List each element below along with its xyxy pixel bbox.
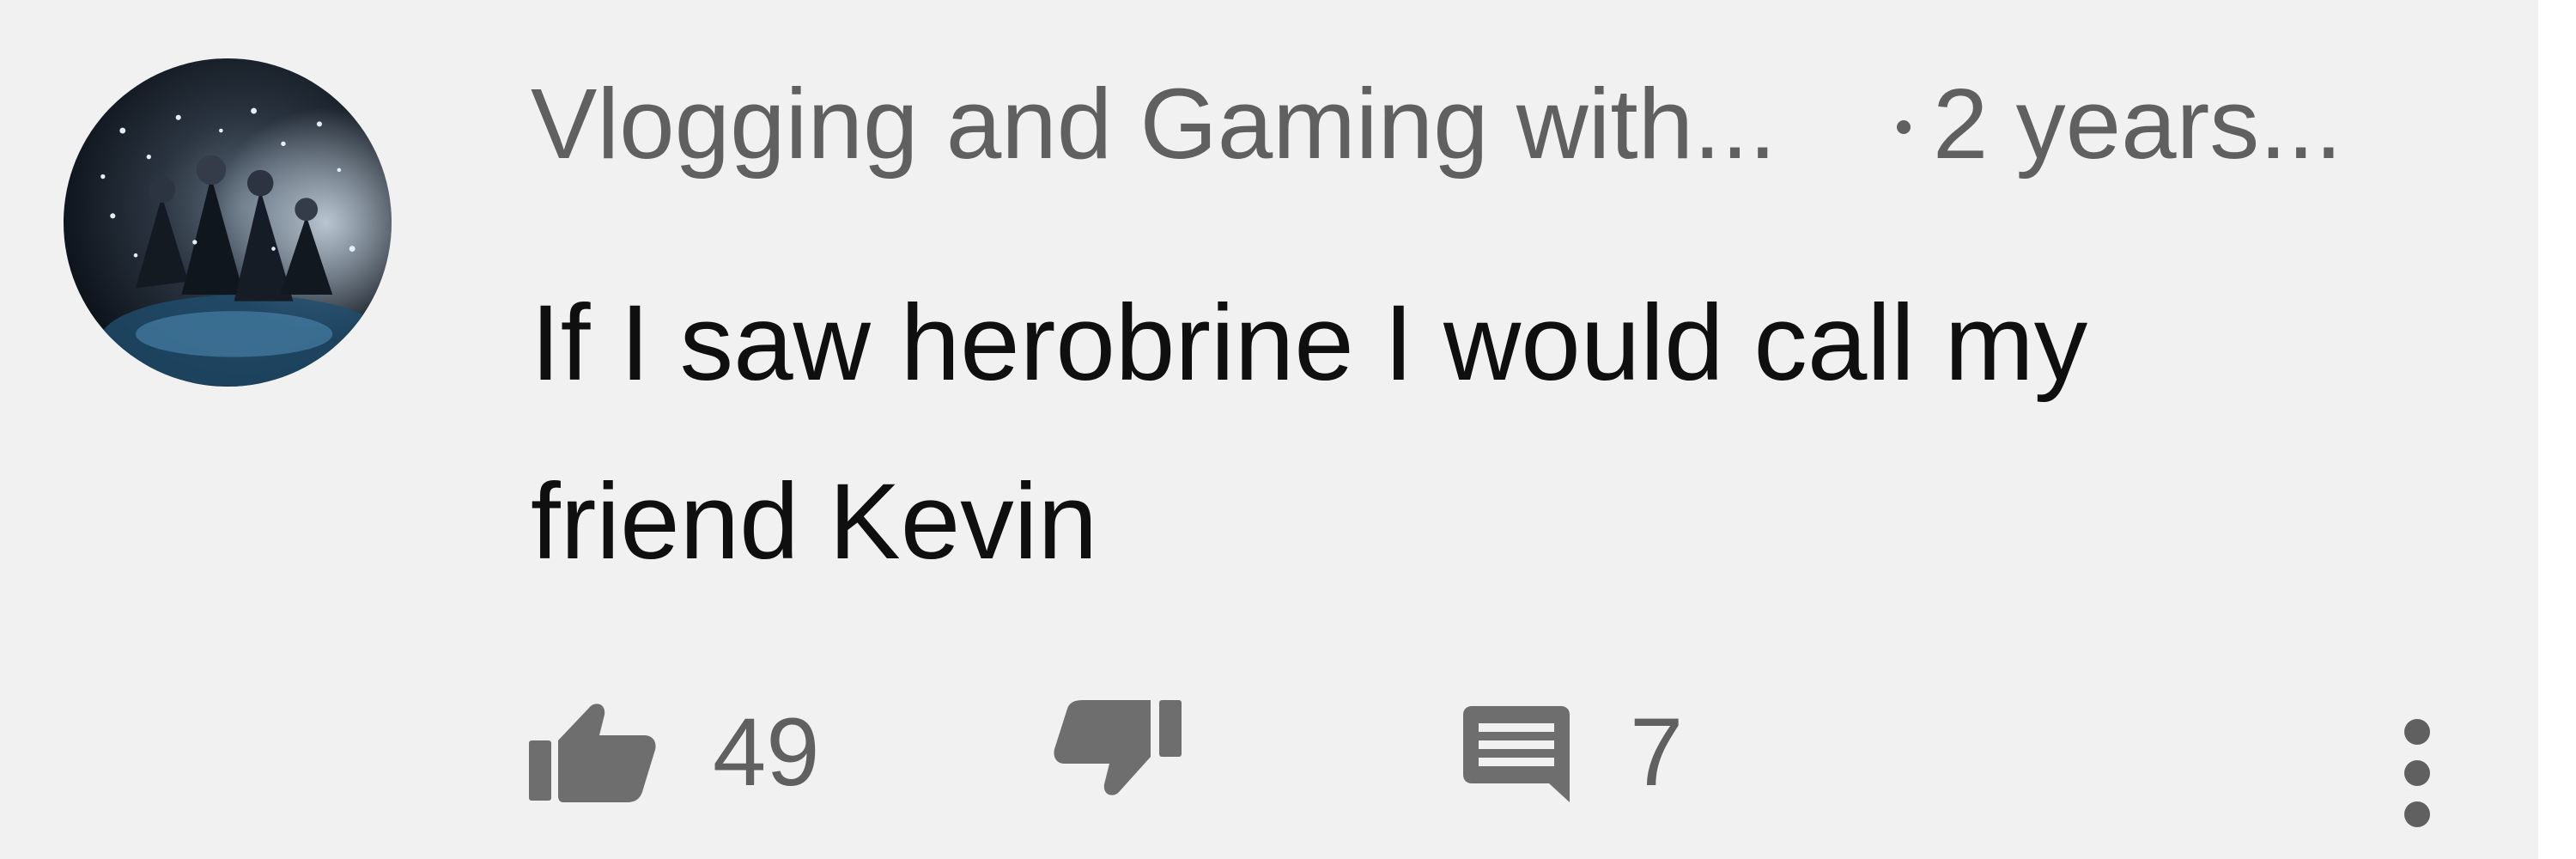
- comment-item: Vlogging and Gaming with... 2 years... I…: [0, 0, 2538, 859]
- panel-edge: [2538, 0, 2576, 859]
- replies-button[interactable]: 7: [1460, 696, 1683, 807]
- dislike-button[interactable]: [1053, 696, 1182, 807]
- thumbs-down-icon: [1054, 700, 1182, 795]
- comment-header: Vlogging and Gaming with... 2 years...: [531, 68, 2342, 180]
- like-count: 49: [713, 698, 820, 806]
- avatar[interactable]: [64, 58, 392, 387]
- comment-text-line: friend Kevin: [531, 462, 1098, 582]
- comment-text: If I saw herobrine I would call my frien…: [531, 254, 2403, 612]
- timestamp[interactable]: 2 years...: [1933, 66, 2342, 181]
- more-vertical-icon: [2404, 719, 2430, 827]
- like-button[interactable]: 49: [529, 696, 820, 807]
- comment-text-line: If I saw herobrine I would call my: [531, 283, 2088, 403]
- separator-dot: [1896, 120, 1911, 134]
- avatar-image: [64, 58, 392, 387]
- more-options-button[interactable]: [2387, 704, 2447, 842]
- reply-count: 7: [1630, 698, 1684, 806]
- reply-comment-icon: [1463, 706, 1570, 802]
- author-name[interactable]: Vlogging and Gaming with...: [531, 66, 1777, 181]
- thumbs-up-icon: [529, 704, 656, 802]
